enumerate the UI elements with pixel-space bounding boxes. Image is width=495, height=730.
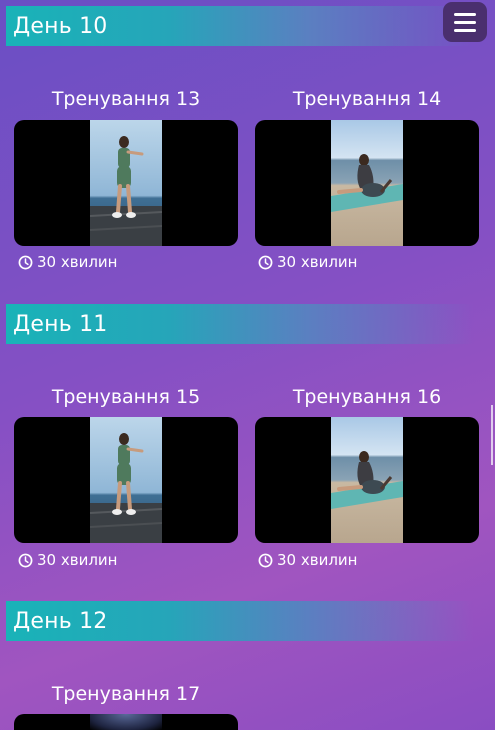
workout-title[interactable]: Тренування 14: [255, 88, 479, 110]
menu-line: [454, 20, 476, 24]
workout-title[interactable]: Тренування 16: [255, 386, 479, 408]
day-title: День 10: [13, 13, 108, 39]
day-header: День 12: [6, 601, 474, 641]
day-title: День 12: [13, 608, 108, 634]
workout-duration: 30 хвилин: [258, 550, 357, 570]
workout-duration: 30 хвилин: [258, 252, 357, 272]
workout-title[interactable]: Тренування 13: [14, 88, 238, 110]
duration-text: 30 хвилин: [37, 551, 118, 569]
workout-duration: 30 хвилин: [18, 550, 117, 570]
hamburger-menu-button[interactable]: [443, 2, 487, 42]
scrollbar-thumb[interactable]: [491, 405, 493, 465]
workout-video-thumbnail[interactable]: [14, 714, 238, 730]
clock-icon: [18, 553, 33, 567]
duration-text: 30 хвилин: [277, 253, 358, 271]
menu-line: [454, 12, 476, 16]
clock-icon: [258, 255, 273, 269]
workout-video-thumbnail[interactable]: [14, 120, 238, 246]
menu-line: [454, 28, 476, 32]
video-frame-sitting: [331, 417, 403, 543]
workout-title[interactable]: Тренування 15: [14, 386, 238, 408]
day-header: День 11: [6, 304, 474, 344]
day-title: День 11: [13, 311, 108, 337]
workout-title[interactable]: Тренування 17: [14, 683, 238, 705]
workout-video-thumbnail[interactable]: [255, 120, 479, 246]
video-frame-standing: [90, 417, 162, 543]
clock-icon: [258, 553, 273, 567]
video-frame-sitting: [331, 120, 403, 246]
clock-icon: [18, 255, 33, 269]
day-header: День 10: [6, 6, 474, 46]
workout-schedule-page: День 10 Тренування 13 30 хвилин Тренуван…: [0, 0, 495, 730]
workout-duration: 30 хвилин: [18, 252, 117, 272]
workout-video-thumbnail[interactable]: [255, 417, 479, 543]
duration-text: 30 хвилин: [277, 551, 358, 569]
video-frame-standing: [90, 120, 162, 246]
video-frame-dark: [90, 714, 162, 730]
duration-text: 30 хвилин: [37, 253, 118, 271]
workout-video-thumbnail[interactable]: [14, 417, 238, 543]
